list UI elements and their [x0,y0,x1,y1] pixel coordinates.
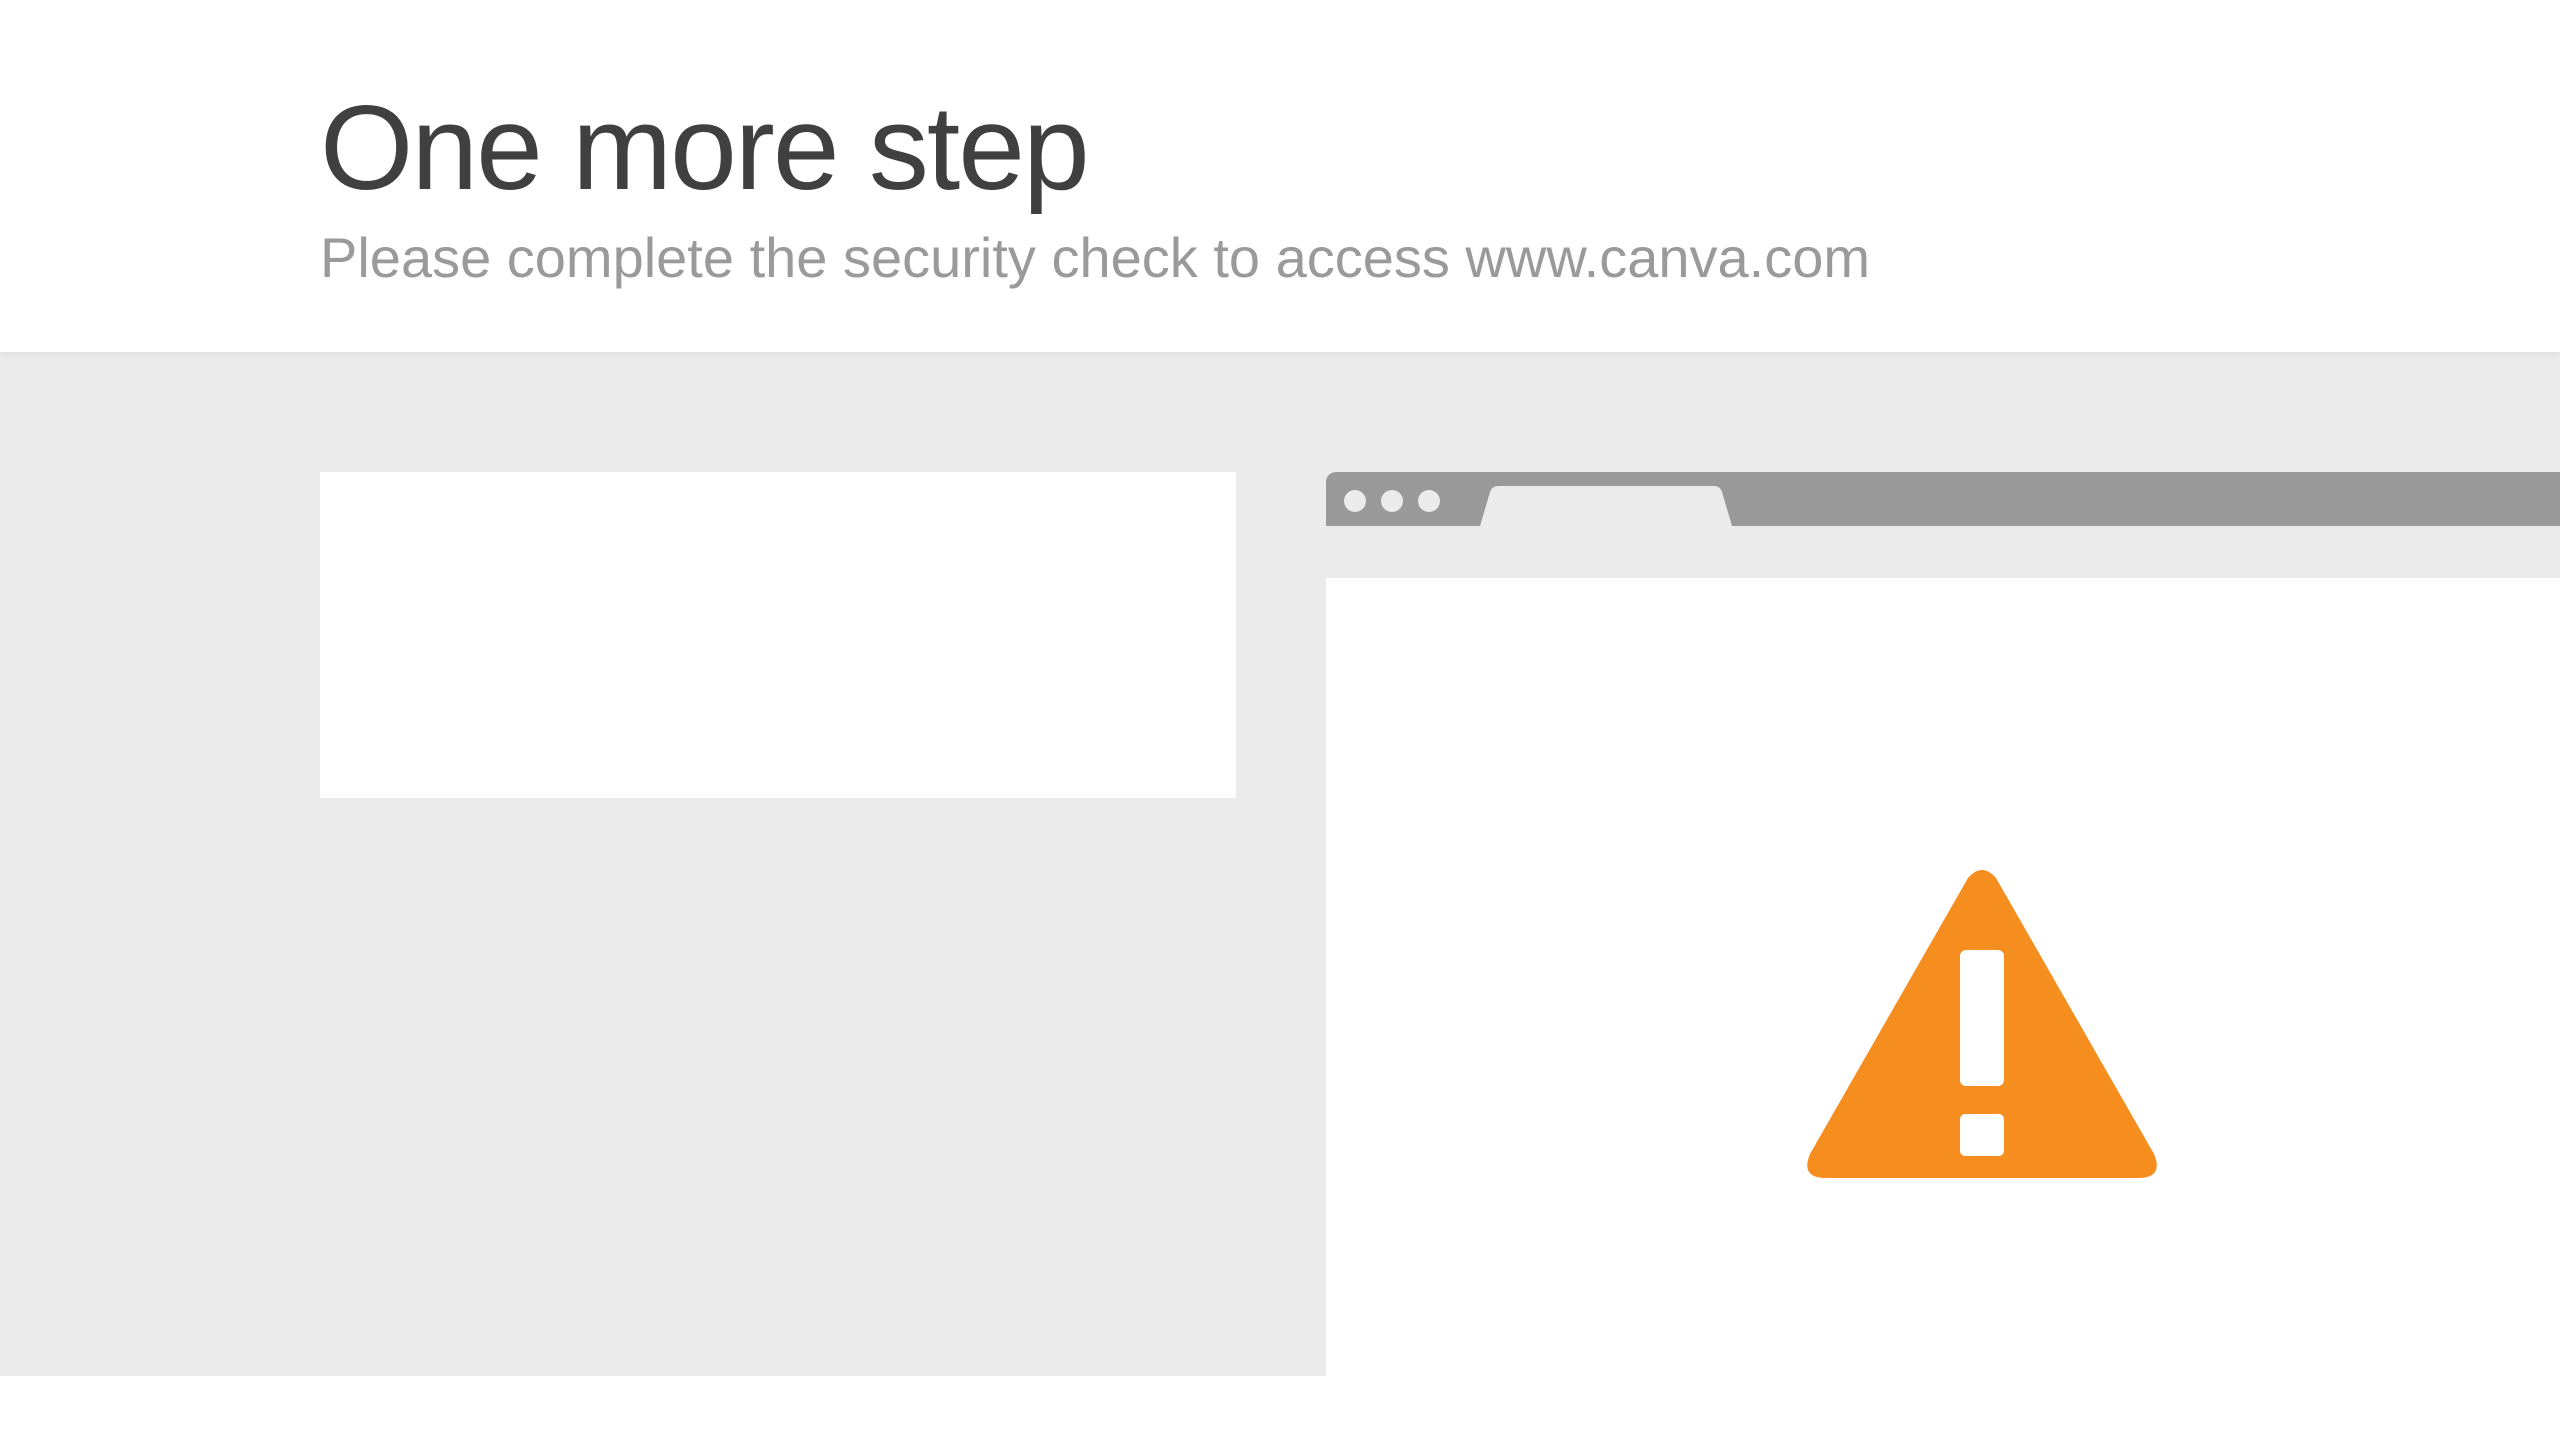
browser-content [1326,578,2560,1376]
window-dot-icon [1344,490,1366,512]
security-check-widget[interactable] [320,472,1236,798]
browser-toolbar [1326,526,2560,578]
warning-icon [1807,870,2157,1178]
window-dot-icon [1381,490,1403,512]
footer-area [0,1376,2560,1440]
browser-title-bar [1326,472,2560,526]
browser-tab-icon [1480,486,1732,526]
window-dot-icon [1418,490,1440,512]
header: One more step Please complete the securi… [0,0,2560,352]
main-area [0,352,2560,1376]
browser-illustration [1326,472,2560,1376]
page-subtitle: Please complete the security check to ac… [320,226,1871,289]
page-title: One more step [320,81,1090,215]
